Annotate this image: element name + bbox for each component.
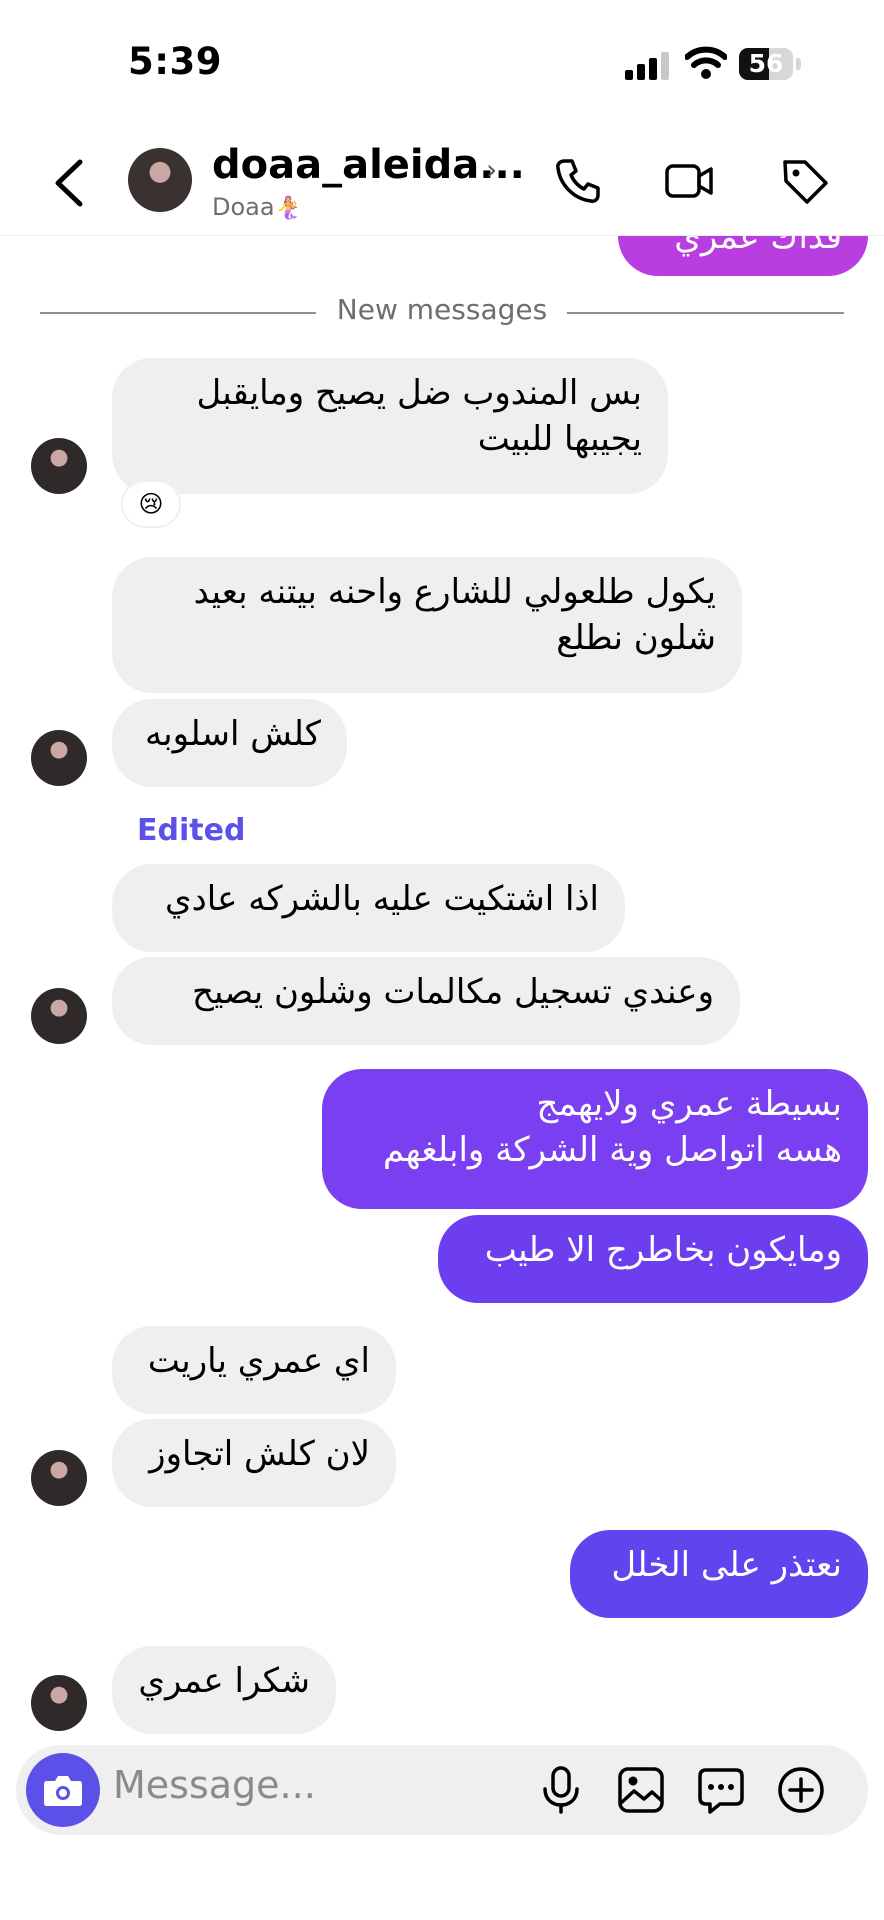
- sender-avatar[interactable]: [31, 1450, 87, 1506]
- message-composer: Message...: [16, 1745, 868, 1835]
- sender-avatar[interactable]: [31, 438, 87, 494]
- message-line: هسه اتواصل وية الشركة وابلغهم: [383, 1130, 842, 1170]
- phone-icon[interactable]: [553, 156, 603, 206]
- microphone-icon[interactable]: [536, 1765, 586, 1815]
- message-line: بس المندوب ضل يصيح ومايقبل: [196, 373, 642, 413]
- sender-avatar[interactable]: [31, 1675, 87, 1731]
- incoming-message[interactable]: شكرا عمري: [112, 1646, 336, 1734]
- sender-avatar[interactable]: [31, 730, 87, 786]
- outgoing-message[interactable]: ومايكون بخاطرج الا طيب: [438, 1215, 868, 1303]
- chevron-right-icon[interactable]: ›: [486, 153, 497, 186]
- chat-sticker-icon[interactable]: [696, 1765, 746, 1815]
- status-bar: 5:39 56: [0, 0, 884, 120]
- contact-username[interactable]: doaa_aleida...: [212, 142, 525, 188]
- status-time: 5:39: [128, 40, 223, 83]
- outgoing-message[interactable]: نعتذر على الخلل: [570, 1530, 868, 1618]
- message-line: يكول طلعولي للشارع واحنه بيتنه بعيد: [193, 572, 716, 612]
- camera-button[interactable]: [26, 1753, 100, 1827]
- incoming-message[interactable]: يكول طلعولي للشارع واحنه بيتنه بعيد شلون…: [112, 557, 742, 693]
- camera-icon: [44, 1776, 82, 1806]
- battery-indicator: 56: [739, 48, 801, 80]
- new-messages-label: New messages: [316, 293, 568, 326]
- mermaid-emoji: 🧜‍♀️: [274, 196, 302, 221]
- outgoing-message[interactable]: بسيطة عمري ولايهمج هسه اتواصل وية الشركة…: [322, 1069, 868, 1209]
- message-input[interactable]: Message...: [113, 1763, 316, 1807]
- incoming-message[interactable]: لان كلش اتجاوز: [112, 1419, 396, 1507]
- image-icon[interactable]: [616, 1765, 666, 1815]
- display-name-text: Doaa: [212, 193, 275, 221]
- incoming-message[interactable]: وعندي تسجيل مكالمات وشلون يصيح: [112, 957, 740, 1045]
- incoming-message[interactable]: كلش اسلوبه: [112, 699, 347, 787]
- incoming-message[interactable]: اي عمري ياريت: [112, 1326, 396, 1414]
- reaction-emoji[interactable]: 😢: [121, 480, 181, 528]
- edited-label: Edited: [137, 813, 246, 848]
- chat-header: doaa_aleida... › Doaa🧜‍♀️: [0, 120, 884, 236]
- message-line: شلون نطلع: [556, 618, 716, 658]
- plus-circle-icon[interactable]: [776, 1765, 826, 1815]
- cellular-signal-icon: [625, 52, 669, 80]
- wifi-icon: [685, 46, 727, 79]
- message-line: يجيبها للبيت: [477, 419, 642, 459]
- tag-icon[interactable]: [780, 156, 830, 206]
- contact-display-name: Doaa🧜‍♀️: [212, 193, 302, 221]
- incoming-message[interactable]: اذا اشتكيت عليه بالشركه عادي: [112, 864, 625, 952]
- chevron-left-icon[interactable]: [52, 158, 86, 208]
- sender-avatar[interactable]: [31, 988, 87, 1044]
- video-camera-icon[interactable]: [664, 156, 714, 206]
- battery-percent: 56: [748, 49, 784, 78]
- incoming-message[interactable]: بس المندوب ضل يصيح ومايقبل يجيبها للبيت: [112, 358, 668, 494]
- message-line: بسيطة عمري ولايهمج: [536, 1084, 842, 1124]
- new-messages-separator: New messages: [0, 293, 884, 326]
- header-avatar[interactable]: [128, 148, 192, 212]
